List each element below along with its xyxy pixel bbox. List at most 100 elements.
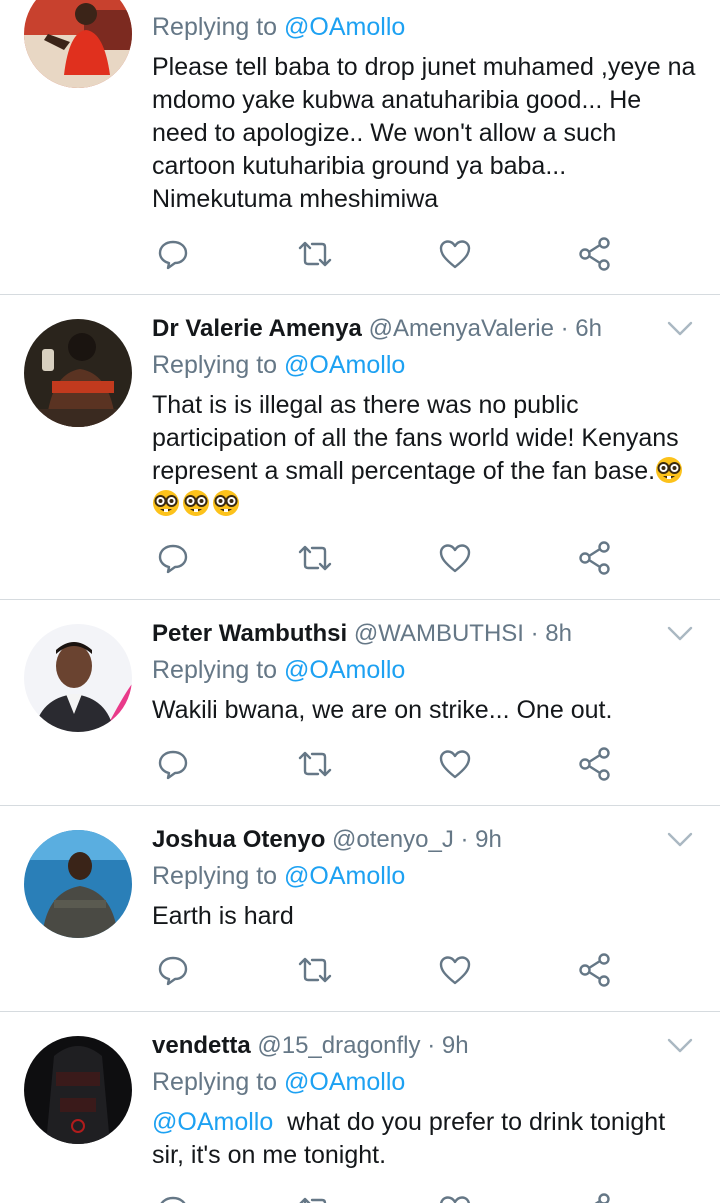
replying-to-line: Replying to @OAmollo xyxy=(152,12,405,42)
replying-to-mention[interactable]: @OAmollo xyxy=(284,13,405,41)
display-name[interactable]: Dr Valerie Amenya xyxy=(152,315,362,342)
avatar[interactable] xyxy=(24,830,132,938)
reply-icon xyxy=(158,544,188,574)
chevron-down-icon xyxy=(667,832,693,847)
user-handle[interactable]: @WAMBUTHSI xyxy=(354,620,524,647)
avatar[interactable] xyxy=(24,0,132,88)
replying-to-mention[interactable]: @OAmollo xyxy=(284,862,405,890)
timestamp[interactable]: 9h xyxy=(442,1032,469,1059)
tweet-text-block: That is is illegal as there was no publi… xyxy=(152,389,697,521)
tweet-menu-button[interactable] xyxy=(667,831,693,849)
tweet-header: Joshua Otenyo @otenyo_J · 9h xyxy=(152,825,502,855)
user-handle[interactable]: @15_dragonfly xyxy=(257,1032,420,1059)
tweet-text: Wakili bwana, we are on strike... One ou… xyxy=(152,696,613,724)
share-icon xyxy=(579,541,610,575)
reply-button[interactable] xyxy=(155,540,191,576)
like-button[interactable] xyxy=(437,540,473,576)
nerd-face-emoji xyxy=(212,489,240,517)
share-button[interactable] xyxy=(577,236,613,272)
replying-to-label: Replying to xyxy=(152,862,278,890)
retweet-button[interactable] xyxy=(297,746,333,782)
chevron-down-icon xyxy=(667,321,693,336)
like-button[interactable] xyxy=(437,952,473,988)
tweet-actions xyxy=(0,746,720,786)
replying-to-label: Replying to xyxy=(152,13,278,41)
share-button[interactable] xyxy=(577,952,613,988)
tweet-header: Dr Valerie Amenya @AmenyaValerie · 6h xyxy=(152,314,602,344)
share-button[interactable] xyxy=(577,746,613,782)
tweet-header: Peter Wambuthsi @WAMBUTHSI · 8h xyxy=(152,619,572,649)
reply-button[interactable] xyxy=(155,952,191,988)
like-button[interactable] xyxy=(437,1192,473,1203)
text-mention[interactable]: @OAmollo xyxy=(152,1108,273,1136)
like-button[interactable] xyxy=(437,746,473,782)
display-name[interactable]: Joshua Otenyo xyxy=(152,826,325,853)
retweet-button[interactable] xyxy=(297,952,333,988)
tweet-menu-button[interactable] xyxy=(667,625,693,643)
retweet-button[interactable] xyxy=(297,1192,333,1203)
nerd-face-emoji xyxy=(152,489,180,517)
reply-button[interactable] xyxy=(155,1192,191,1203)
tweet-header: vendetta @15_dragonfly · 9h xyxy=(152,1031,469,1061)
heart-icon xyxy=(439,544,471,573)
timestamp[interactable]: 9h xyxy=(475,826,502,853)
tweet-text: That is is illegal as there was no publi… xyxy=(152,391,679,485)
replying-to-label: Replying to xyxy=(152,656,278,684)
nerd-face-emoji xyxy=(182,489,210,517)
reply-icon xyxy=(160,1196,186,1203)
tweet[interactable]: Joshua Otenyo @otenyo_J · 9h Replying to… xyxy=(0,806,720,1011)
reply-button[interactable] xyxy=(155,746,191,782)
tweet[interactable]: Peter Wambuthsi @WAMBUTHSI · 8h Replying… xyxy=(0,600,720,805)
retweet-button[interactable] xyxy=(297,236,333,272)
tweet-text-block: @OAmollo what do you prefer to drink ton… xyxy=(152,1106,697,1172)
tweet-menu-button[interactable] xyxy=(667,320,693,338)
user-handle[interactable]: @AmenyaValerie xyxy=(369,315,554,342)
heart-icon xyxy=(439,956,471,985)
replying-to-label: Replying to xyxy=(152,1068,278,1096)
retweet-icon xyxy=(298,957,332,983)
replying-to-label: Replying to xyxy=(152,351,278,379)
timestamp[interactable]: 8h xyxy=(545,620,572,647)
avatar[interactable] xyxy=(24,319,132,427)
chevron-down-icon xyxy=(667,1038,693,1053)
share-button[interactable] xyxy=(577,540,613,576)
retweet-icon xyxy=(298,545,332,571)
replying-to-mention[interactable]: @OAmollo xyxy=(284,1068,405,1096)
retweet-button[interactable] xyxy=(297,540,333,576)
replying-to-line: Replying to @OAmollo xyxy=(152,1067,405,1097)
replying-to-mention[interactable]: @OAmollo xyxy=(284,351,405,379)
retweet-icon xyxy=(298,751,332,777)
tweet[interactable]: Dr Valerie Amenya @AmenyaValerie · 6h Re… xyxy=(0,295,720,599)
avatar[interactable] xyxy=(24,624,132,732)
avatar[interactable] xyxy=(24,1036,132,1144)
tweet[interactable]: Replying to @OAmollo Please tell baba to… xyxy=(0,0,720,294)
display-name[interactable]: vendetta xyxy=(152,1032,251,1059)
nerd-face-emoji xyxy=(655,456,683,484)
tweet-actions xyxy=(0,540,720,580)
replying-to-line: Replying to @OAmollo xyxy=(152,861,405,891)
reply-button[interactable] xyxy=(155,236,191,272)
share-icon xyxy=(594,1193,610,1203)
tweet-actions xyxy=(0,236,720,276)
display-name[interactable]: Peter Wambuthsi xyxy=(152,620,347,647)
share-icon xyxy=(579,747,610,781)
replying-to-line: Replying to @OAmollo xyxy=(152,655,405,685)
timestamp[interactable]: 6h xyxy=(575,315,602,342)
separator-dot: · xyxy=(460,826,469,853)
share-icon xyxy=(579,237,610,271)
replying-to-line: Replying to @OAmollo xyxy=(152,350,405,380)
heart-icon xyxy=(439,1196,471,1203)
user-handle[interactable]: @otenyo_J xyxy=(332,826,454,853)
share-button[interactable] xyxy=(577,1192,613,1203)
tweet-text: Earth is hard xyxy=(152,902,294,930)
tweet-menu-button[interactable] xyxy=(667,1037,693,1055)
like-button[interactable] xyxy=(437,236,473,272)
reply-icon xyxy=(158,240,188,270)
tweet-actions xyxy=(0,1192,720,1203)
tweet-actions xyxy=(0,952,720,992)
tweet[interactable]: vendetta @15_dragonfly · 9h Replying to … xyxy=(0,1012,720,1203)
separator-dot: · xyxy=(560,315,569,342)
separator-dot: · xyxy=(427,1032,436,1059)
replying-to-mention[interactable]: @OAmollo xyxy=(284,656,405,684)
tweet-text: Please tell baba to drop junet muhamed ,… xyxy=(152,53,696,213)
